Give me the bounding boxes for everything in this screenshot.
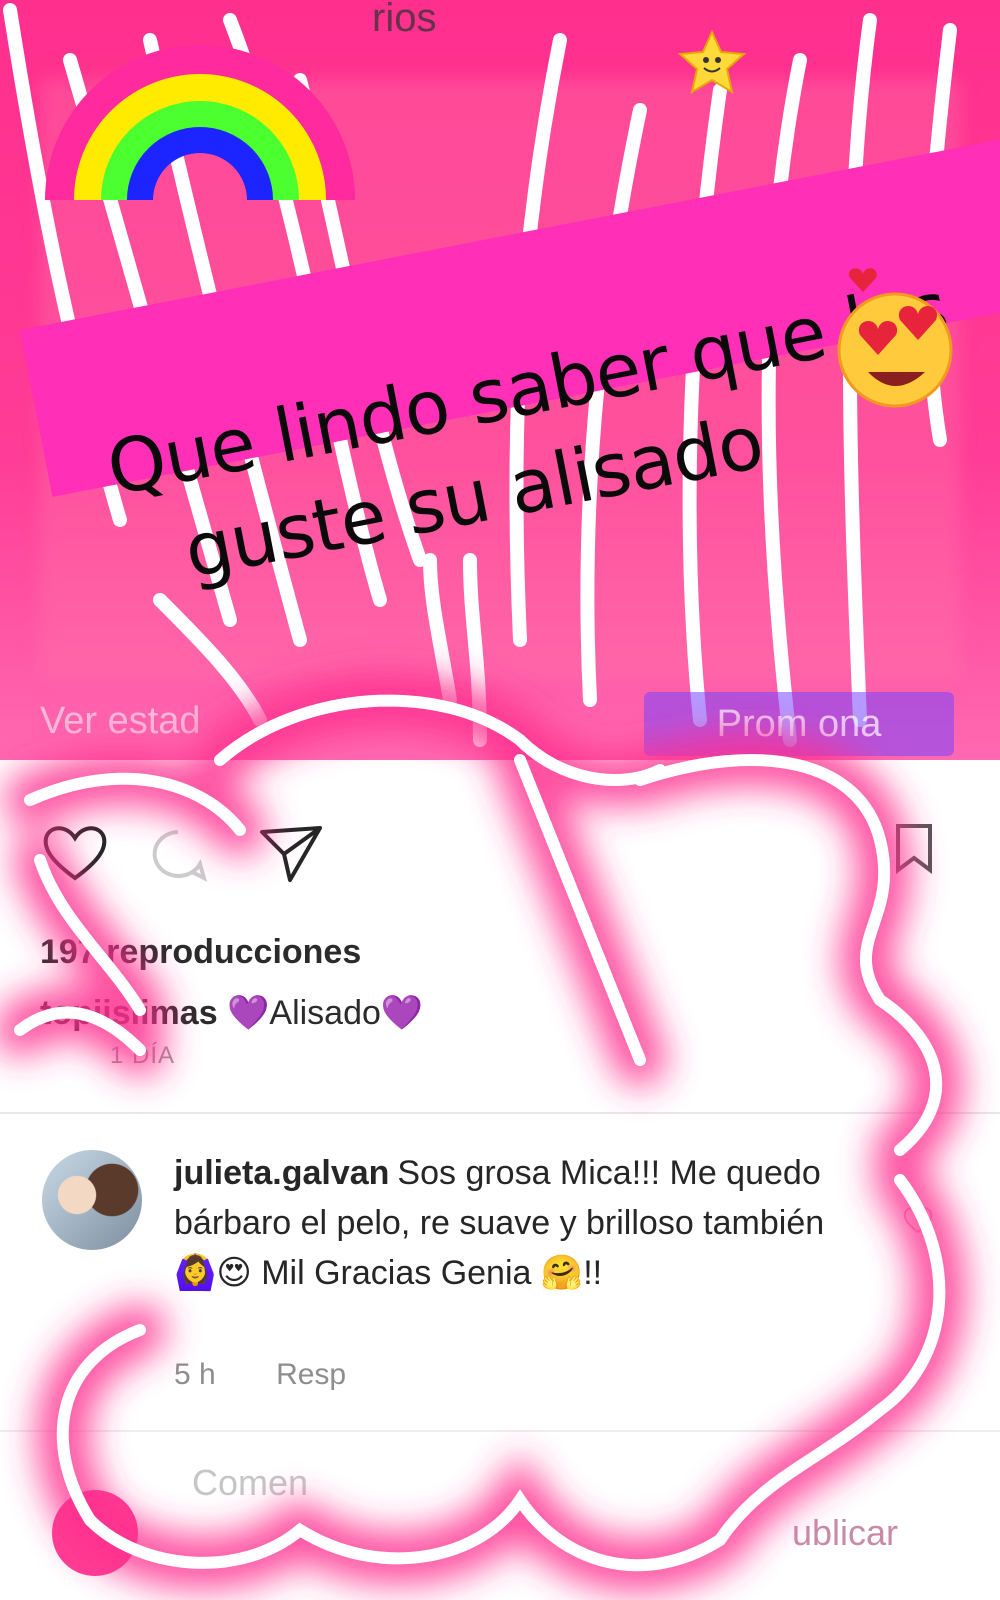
pink-scribble-drawing bbox=[0, 674, 966, 1592]
